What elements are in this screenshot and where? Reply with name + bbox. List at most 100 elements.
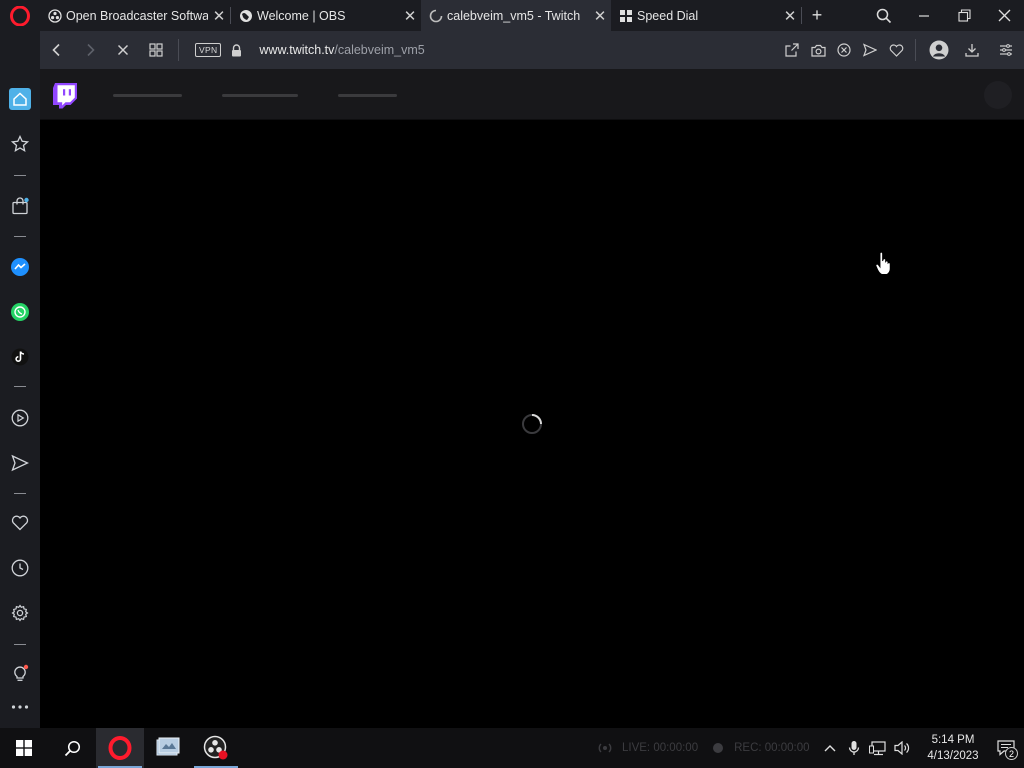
stop-icon xyxy=(117,44,128,56)
tiktok-icon xyxy=(11,348,29,366)
sidebar-pinboards-button[interactable] xyxy=(0,129,40,159)
whatsapp-icon xyxy=(11,303,29,321)
vpn-badge[interactable]: VPN xyxy=(195,43,222,57)
sidebar-shopping-button[interactable] xyxy=(0,191,40,221)
share-button[interactable] xyxy=(779,31,805,69)
nav-placeholder xyxy=(338,94,397,97)
windows-logo-icon xyxy=(16,740,32,756)
back-button[interactable] xyxy=(40,31,73,69)
tab-search-button[interactable] xyxy=(864,0,904,31)
tab-twitch[interactable]: calebveim_vm5 - Twitch ✕ xyxy=(421,0,611,31)
tab-close-icon[interactable]: ✕ xyxy=(589,0,611,31)
sidebar-divider xyxy=(14,175,26,176)
url-field[interactable]: www.twitch.tv/calebveim_vm5 xyxy=(259,43,424,57)
action-center-button[interactable]: 2 xyxy=(988,728,1024,768)
speed-dial-icon xyxy=(619,9,633,23)
tab-close-icon[interactable]: ✕ xyxy=(779,0,801,31)
share-icon xyxy=(785,43,799,57)
bookmark-button[interactable] xyxy=(883,31,909,69)
obs-live-timer: LIVE: 00:00:00 xyxy=(622,742,699,754)
clock-icon xyxy=(11,559,29,577)
sidebar xyxy=(0,31,40,728)
easy-setup-button[interactable] xyxy=(988,31,1024,69)
clock-date: 4/13/2023 xyxy=(927,750,979,762)
sidebar-messenger-button[interactable] xyxy=(0,252,40,282)
stop-loading-button[interactable] xyxy=(106,31,139,69)
tab-grid-button[interactable] xyxy=(139,31,172,69)
clock-time: 5:14 PM xyxy=(931,734,975,746)
forward-button[interactable] xyxy=(73,31,106,69)
sidebar-more-button[interactable] xyxy=(0,692,40,722)
window-controls xyxy=(864,0,1024,31)
ad-blocker-button[interactable] xyxy=(831,31,857,69)
tab-title: Open Broadcaster Software xyxy=(66,8,208,23)
taskbar-obs-button[interactable] xyxy=(192,728,240,768)
opera-menu-button[interactable] xyxy=(0,0,40,31)
network-icon xyxy=(869,740,886,755)
windows-taskbar: LIVE: 00:00:00 REC: 00:00:00 5:14 PM 4/1… xyxy=(0,728,1024,768)
sidebar-whatsapp-button[interactable] xyxy=(0,297,40,327)
globe-icon xyxy=(239,9,253,23)
obs-icon xyxy=(203,735,228,760)
url-path: /calebveim_vm5 xyxy=(334,43,425,57)
sidebar-settings-button[interactable] xyxy=(0,598,40,628)
snapshot-button[interactable] xyxy=(805,31,831,69)
lock-icon[interactable] xyxy=(229,43,243,57)
tab-speed-dial[interactable]: Speed Dial ✕ xyxy=(611,0,801,31)
clock[interactable]: 5:14 PM 4/13/2023 xyxy=(918,732,988,764)
star-icon xyxy=(11,135,29,153)
obs-rec-timer: REC: 00:00:00 xyxy=(734,742,810,754)
twitch-logo-icon[interactable] xyxy=(52,82,78,109)
network-button[interactable] xyxy=(866,728,890,768)
download-icon xyxy=(965,44,979,57)
send-to-flow-button[interactable] xyxy=(857,31,883,69)
new-tab-button[interactable]: + xyxy=(802,0,832,31)
sidebar-player-button[interactable] xyxy=(0,403,40,433)
restore-button[interactable] xyxy=(944,0,984,31)
sidebar-bookmarks-button[interactable] xyxy=(0,508,40,538)
volume-button[interactable] xyxy=(890,728,914,768)
sidebar-home-button[interactable] xyxy=(0,84,40,114)
microphone-button[interactable] xyxy=(842,728,866,768)
send-icon xyxy=(11,454,29,472)
twitch-top-nav xyxy=(40,69,1024,120)
tab-close-icon[interactable]: ✕ xyxy=(399,0,421,31)
address-bar: VPN www.twitch.tv/calebveim_vm5 xyxy=(40,31,1024,69)
avatar-icon xyxy=(929,40,949,60)
search-icon xyxy=(64,740,80,756)
close-icon xyxy=(998,9,1010,22)
taskbar-app-button[interactable] xyxy=(144,728,192,768)
settings-sliders-icon xyxy=(1000,44,1012,56)
profile-button[interactable] xyxy=(922,31,956,69)
start-button[interactable] xyxy=(0,728,48,768)
taskbar-opera-button[interactable] xyxy=(96,728,144,768)
url-host: www.twitch.tv xyxy=(259,43,335,57)
sidebar-tips-button[interactable] xyxy=(0,658,40,688)
toolbar-divider xyxy=(915,39,916,61)
close-window-button[interactable] xyxy=(984,0,1024,31)
sidebar-divider xyxy=(14,644,26,645)
tab-title: Speed Dial xyxy=(637,8,699,23)
tab-obs[interactable]: Open Broadcaster Software ✕ xyxy=(40,0,230,31)
broadcast-icon xyxy=(598,743,612,753)
tray-overflow-button[interactable] xyxy=(818,728,842,768)
nav-placeholder xyxy=(113,94,182,97)
loading-icon xyxy=(429,9,443,23)
heart-icon xyxy=(889,43,903,57)
sidebar-history-button[interactable] xyxy=(0,553,40,583)
player-icon xyxy=(11,409,29,427)
taskbar-search-button[interactable] xyxy=(48,728,96,768)
lightbulb-icon xyxy=(14,664,29,681)
camera-icon xyxy=(810,44,826,57)
gear-icon xyxy=(11,604,29,622)
tab-welcome-obs[interactable]: Welcome | OBS ✕ xyxy=(231,0,421,31)
address-bar-actions xyxy=(779,31,1024,69)
minimize-button[interactable] xyxy=(904,0,944,31)
app-window-icon xyxy=(156,737,180,756)
nav-placeholder xyxy=(222,94,298,97)
downloads-button[interactable] xyxy=(956,31,988,69)
sidebar-tiktok-button[interactable] xyxy=(0,342,40,372)
tab-close-icon[interactable]: ✕ xyxy=(208,0,230,31)
sidebar-my-flow-button[interactable] xyxy=(0,448,40,478)
avatar[interactable] xyxy=(984,81,1012,109)
